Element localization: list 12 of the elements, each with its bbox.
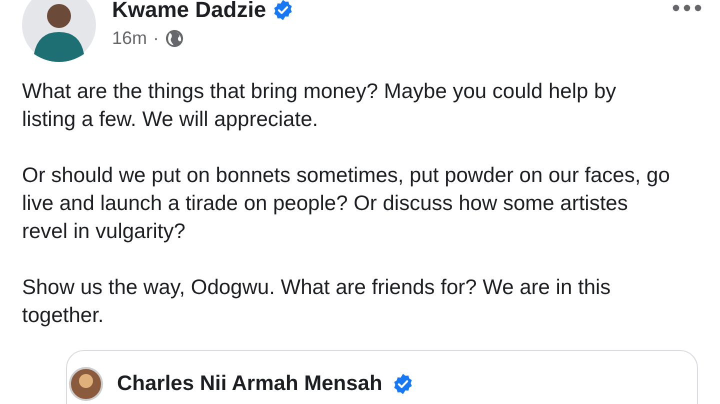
post-paragraph: What are the things that bring money? Maybe you could help by listing a few. We will appreciate. — [22, 79, 618, 133]
post-time[interactable]: 16m — [112, 28, 148, 49]
more-options-icon[interactable] — [672, 4, 702, 12]
avatar[interactable] — [69, 367, 103, 401]
avatar[interactable] — [22, 0, 96, 62]
author-name[interactable]: Charles Nii Armah Mensah — [117, 372, 382, 396]
post-paragraph: Or should we put on bonnets sometimes, put powder on our faces, go live and launch a tirade on people? Or discuss how some artistes revel in vulgarity? — [22, 163, 671, 245]
author-name[interactable]: Kwame Dadzie — [112, 0, 266, 23]
globe-icon — [165, 29, 184, 48]
post-paragraph: Show us the way, Odogwu. What are friends for? We are in this together. — [22, 275, 612, 329]
separator-dot: · — [153, 28, 160, 49]
shared-post-card[interactable]: Charles Nii Armah Mensah — [66, 350, 698, 404]
